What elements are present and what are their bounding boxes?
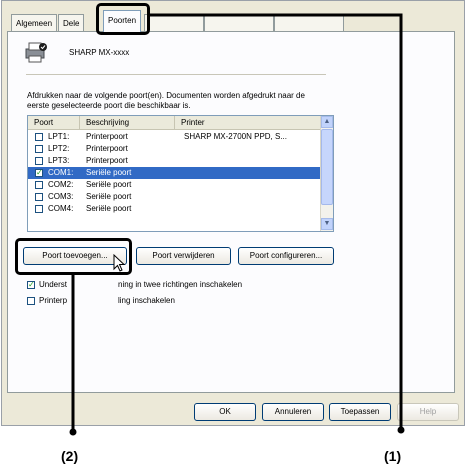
tab-highlight-box [96,3,150,35]
mouse-cursor-icon [113,254,126,272]
